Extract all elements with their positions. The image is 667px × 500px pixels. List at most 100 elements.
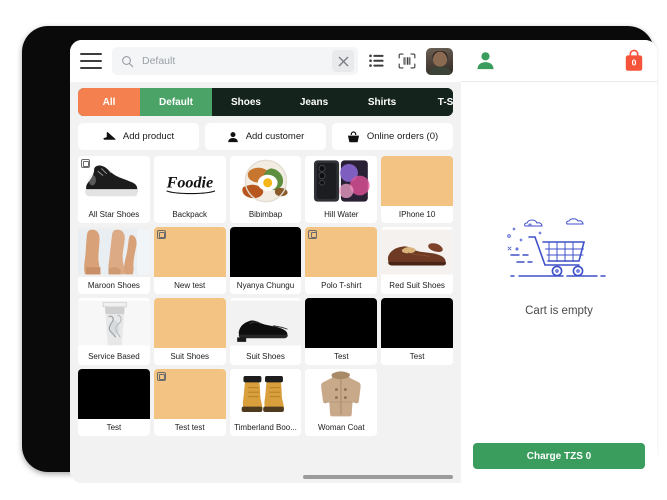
list-view-button[interactable] bbox=[363, 48, 389, 74]
product-variant-icon bbox=[156, 372, 166, 381]
product-name: Maroon Shoes bbox=[87, 281, 140, 290]
search-input[interactable] bbox=[142, 55, 332, 67]
search-icon bbox=[122, 55, 134, 67]
product-thumbnail bbox=[381, 298, 453, 348]
category-tab-label: Jeans bbox=[299, 96, 329, 108]
action-label: Online orders (0) bbox=[366, 131, 439, 142]
product-card[interactable]: Test bbox=[305, 298, 378, 365]
product-name: Bibimbap bbox=[248, 210, 283, 219]
category-tab-jeans[interactable]: Jeans bbox=[280, 88, 348, 116]
product-card[interactable]: Service Based bbox=[78, 298, 150, 365]
product-name: Polo T-shirt bbox=[321, 281, 362, 290]
product-card[interactable]: Timberland Boo... bbox=[229, 369, 302, 436]
horizontal-scrollbar[interactable] bbox=[78, 471, 453, 483]
svg-text:Foodie: Foodie bbox=[165, 174, 213, 191]
product-variant-icon bbox=[81, 159, 90, 168]
product-card[interactable]: Maroon Shoes bbox=[78, 227, 150, 294]
product-name: Nyanya Chungu bbox=[236, 281, 295, 290]
cart-pane: 0 Cart is empty Charge TZS 0 bbox=[461, 40, 657, 483]
product-thumbnail bbox=[78, 156, 150, 206]
add-customer-button[interactable] bbox=[475, 50, 496, 71]
product-thumbnail bbox=[78, 227, 150, 277]
online-orders-0-button[interactable]: Online orders (0) bbox=[332, 123, 453, 150]
avatar-body bbox=[427, 66, 452, 75]
category-tab-default[interactable]: Default bbox=[140, 88, 212, 116]
cart-header: 0 bbox=[461, 40, 657, 82]
product-name: IPhone 10 bbox=[398, 210, 436, 219]
category-tab-all[interactable]: All bbox=[78, 88, 140, 116]
app-top-bar bbox=[70, 40, 461, 82]
category-tab-t-shi[interactable]: T-Shi bbox=[416, 88, 453, 116]
product-thumbnail bbox=[305, 298, 378, 348]
product-card[interactable]: Test test bbox=[153, 369, 226, 436]
action-label: Add customer bbox=[245, 131, 305, 142]
category-tab-shirts[interactable]: Shirts bbox=[348, 88, 416, 116]
action-label: Add product bbox=[122, 131, 175, 142]
product-thumbnail bbox=[305, 369, 378, 419]
close-icon bbox=[338, 56, 348, 66]
product-thumbnail bbox=[305, 156, 378, 206]
product-name: Suit Shoes bbox=[246, 352, 285, 361]
catalog-pane: All Default Shoes Jeans Shirts T-Shi Add prod… bbox=[70, 40, 461, 483]
product-grid-scroll-area[interactable]: All Star Shoes Foodie Backpack Bibimbap Hill… bbox=[78, 156, 453, 483]
shopping-bag-icon: 0 bbox=[625, 49, 643, 71]
list-view-icon bbox=[368, 54, 384, 67]
product-card[interactable]: Foodie Backpack bbox=[153, 156, 226, 223]
category-tab-label: T-Shi bbox=[437, 96, 453, 108]
product-name: Hill Water bbox=[324, 210, 359, 219]
product-thumbnail bbox=[381, 156, 453, 206]
product-card[interactable]: Bibimbap bbox=[229, 156, 302, 223]
category-tab-strip[interactable]: All Default Shoes Jeans Shirts T-Shi bbox=[78, 88, 453, 116]
product-card[interactable]: IPhone 10 bbox=[381, 156, 453, 223]
scrollbar-thumb[interactable] bbox=[303, 475, 453, 479]
add-product-button[interactable]: Add product bbox=[78, 123, 199, 150]
user-avatar[interactable] bbox=[426, 47, 453, 75]
add-customer-button[interactable]: Add customer bbox=[205, 123, 326, 150]
barcode-scan-button[interactable] bbox=[394, 48, 420, 74]
product-name: Backpack bbox=[172, 210, 208, 219]
product-card[interactable]: Nyanya Chungu bbox=[229, 227, 302, 294]
charge-zone: Charge TZS 0 bbox=[461, 443, 657, 483]
category-tab-label: Shirts bbox=[367, 96, 397, 108]
search-bar[interactable] bbox=[112, 47, 358, 75]
product-card[interactable]: Woman Coat bbox=[305, 369, 378, 436]
shoe-icon bbox=[103, 131, 116, 142]
product-card[interactable]: Suit Shoes bbox=[153, 298, 226, 365]
cart-bag-button[interactable]: 0 bbox=[623, 49, 645, 73]
product-card[interactable]: New test bbox=[153, 227, 226, 294]
product-thumbnail: Foodie bbox=[153, 156, 226, 206]
empty-cart-illustration bbox=[507, 217, 606, 277]
product-name: Test bbox=[409, 352, 425, 361]
product-variant-icon bbox=[308, 230, 318, 239]
avatar-face bbox=[432, 51, 447, 67]
product-card[interactable]: Test bbox=[381, 298, 453, 365]
cart-empty-text: Cart is empty bbox=[525, 304, 593, 317]
product-card[interactable]: Hill Water bbox=[305, 156, 378, 223]
product-card[interactable]: Red Suit Shoes bbox=[381, 227, 453, 294]
product-card[interactable]: Test bbox=[78, 369, 150, 436]
product-name: Suit Shoes bbox=[170, 352, 210, 361]
charge-button[interactable]: Charge TZS 0 bbox=[473, 443, 645, 469]
product-name: New test bbox=[174, 281, 206, 290]
product-card[interactable]: All Star Shoes bbox=[78, 156, 150, 223]
product-thumbnail bbox=[229, 369, 302, 419]
barcode-scan-icon bbox=[398, 53, 416, 69]
product-thumbnail bbox=[381, 227, 453, 277]
product-thumbnail bbox=[229, 227, 302, 277]
cart-count-text: 0 bbox=[632, 57, 637, 67]
product-name: Timberland Boo... bbox=[234, 423, 297, 432]
clear-search-button[interactable] bbox=[332, 50, 354, 72]
product-card[interactable]: Polo T-shirt bbox=[305, 227, 378, 294]
category-tab-label: Default bbox=[159, 96, 193, 108]
hamburger-menu-icon[interactable] bbox=[80, 53, 102, 69]
product-grid: All Star Shoes Foodie Backpack Bibimbap Hill… bbox=[78, 156, 453, 436]
product-card[interactable]: Suit Shoes bbox=[229, 298, 302, 365]
product-thumbnail bbox=[305, 227, 378, 277]
category-tab-shoes[interactable]: Shoes bbox=[212, 88, 280, 116]
product-thumbnail bbox=[153, 369, 226, 419]
basket-icon bbox=[347, 130, 360, 143]
product-name: All Star Shoes bbox=[88, 210, 140, 219]
product-name: Woman Coat bbox=[318, 423, 365, 432]
product-thumbnail bbox=[229, 298, 302, 348]
cart-empty-state: Cart is empty bbox=[461, 82, 657, 443]
